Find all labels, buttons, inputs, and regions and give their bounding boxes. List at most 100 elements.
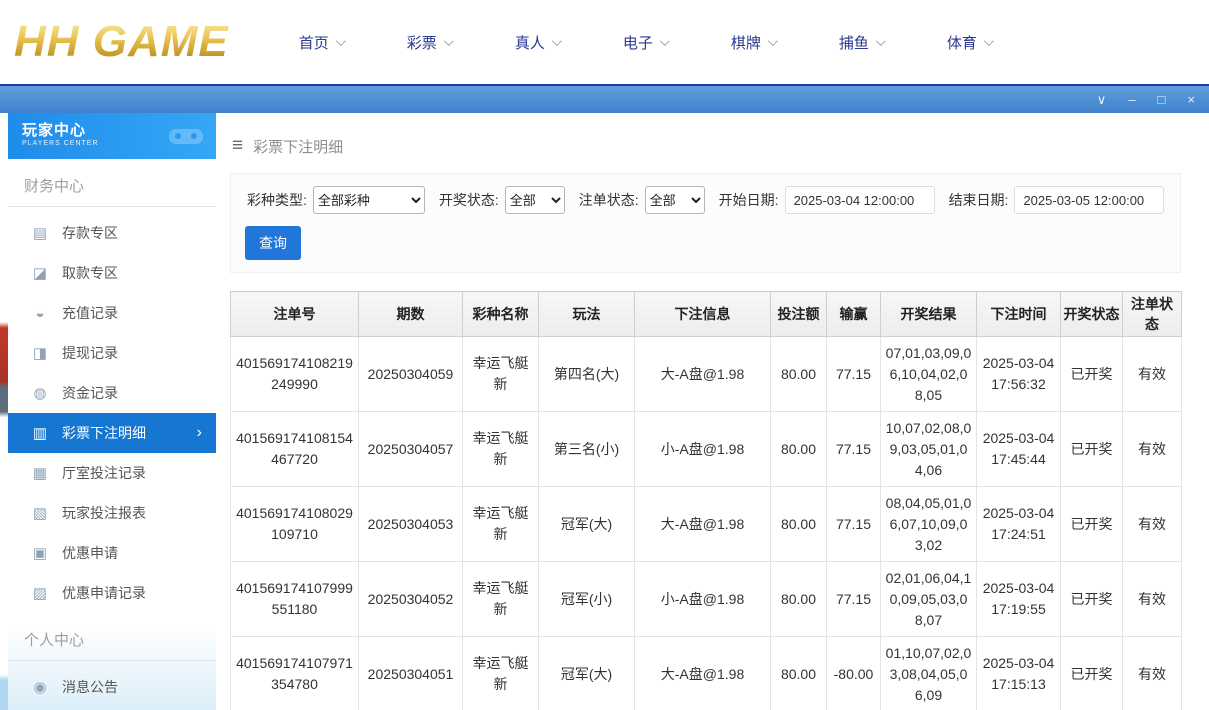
background-edge xyxy=(0,113,8,710)
sidebar-section-personal: 个人中心 xyxy=(8,613,216,661)
sidebar-item-label: 消息公告 xyxy=(62,677,118,697)
nav-item-home[interactable]: 首页 xyxy=(299,32,343,53)
sidebar-item-funds-records[interactable]: ◍ 资金记录 xyxy=(8,373,216,413)
table-cell: 有效 xyxy=(1123,637,1182,710)
nav-item-sports[interactable]: 体育 xyxy=(947,32,991,53)
table-cell: 2025-03-04 17:15:13 xyxy=(977,637,1061,710)
table-cell: 20250304051 xyxy=(359,637,463,710)
table-cell: 10,07,02,08,09,03,05,01,04,06 xyxy=(881,412,977,487)
hall-bet-icon: ▦ xyxy=(32,464,48,482)
table-cell: 80.00 xyxy=(771,337,827,412)
chevron-down-icon xyxy=(876,36,886,46)
table-header-cell: 投注额 xyxy=(771,292,827,337)
sidebar-item-withdraw-zone[interactable]: ◪ 取款专区 xyxy=(8,253,216,293)
window-body: 玩家中心 PLAYERS CENTER 财务中心 ▤ 存款专区 ◪ 取款专区 ◒… xyxy=(0,113,1209,710)
table-cell: 幸运飞艇新 xyxy=(463,337,539,412)
table-cell: 已开奖 xyxy=(1061,562,1123,637)
menu-toggle-icon[interactable]: ≡ xyxy=(232,135,243,157)
sidebar-item-deposit-zone[interactable]: ▤ 存款专区 xyxy=(8,213,216,253)
sidebar-item-withdrawal-records[interactable]: ◨ 提现记录 xyxy=(8,333,216,373)
table-header-cell: 彩种名称 xyxy=(463,292,539,337)
table-cell: 80.00 xyxy=(771,637,827,710)
table-cell: 401569174108029109710 xyxy=(231,487,359,562)
table-cell: 20250304052 xyxy=(359,562,463,637)
chevron-down-icon xyxy=(336,36,346,46)
sidebar-item-label: 优惠申请 xyxy=(62,543,118,563)
window-collapse-icon[interactable]: ∨ xyxy=(1097,93,1107,106)
table-header-cell: 开奖状态 xyxy=(1061,292,1123,337)
sidebar-item-label: 存款专区 xyxy=(62,223,118,243)
sidebar-item-lottery-bet-details[interactable]: ▥ 彩票下注明细 › xyxy=(8,413,216,453)
chevron-down-icon xyxy=(552,36,562,46)
nav-item-slots[interactable]: 电子 xyxy=(623,32,667,53)
table-cell: 已开奖 xyxy=(1061,337,1123,412)
report-icon: ▧ xyxy=(32,504,48,522)
table-header-cell: 开奖结果 xyxy=(881,292,977,337)
table-header-cell: 玩法 xyxy=(539,292,635,337)
table-cell: 80.00 xyxy=(771,412,827,487)
window-close-icon[interactable]: × xyxy=(1187,93,1195,106)
order-status-select[interactable]: 全部 xyxy=(645,186,705,214)
sidebar-item-recharge-records[interactable]: ◒ 充值记录 xyxy=(8,293,216,333)
table-cell: 已开奖 xyxy=(1061,412,1123,487)
sidebar-item-hall-bet-records[interactable]: ▦ 厅室投注记录 xyxy=(8,453,216,493)
start-date-label: 开始日期: xyxy=(719,190,779,210)
sidebar-item-label: 厅室投注记录 xyxy=(62,463,146,483)
sidebar-item-label: 玩家投注报表 xyxy=(62,503,146,523)
sidebar-item-promo-apply[interactable]: ▣ 优惠申请 xyxy=(8,533,216,573)
table-row: 40156917410797135478020250304051幸运飞艇新冠军(… xyxy=(231,637,1182,710)
table-cell: 80.00 xyxy=(771,562,827,637)
start-date-input[interactable] xyxy=(785,186,935,214)
table-cell: 大-A盘@1.98 xyxy=(635,487,771,562)
table-cell: 大-A盘@1.98 xyxy=(635,337,771,412)
window-minimize-icon[interactable]: – xyxy=(1128,93,1135,106)
lottery-type-label: 彩种类型: xyxy=(247,190,307,210)
nav-item-live[interactable]: 真人 xyxy=(515,32,559,53)
search-button[interactable]: 查询 xyxy=(245,226,301,260)
sidebar-item-player-bet-report[interactable]: ▧ 玩家投注报表 xyxy=(8,493,216,533)
deposit-icon: ▤ xyxy=(32,224,48,242)
sidebar-item-message-announcements[interactable]: ◉ 消息公告 xyxy=(8,667,216,707)
withdrawal-record-icon: ◨ xyxy=(32,344,48,362)
window-maximize-icon[interactable]: □ xyxy=(1158,93,1166,106)
table-cell: 2025-03-04 17:45:44 xyxy=(977,412,1061,487)
nav-item-board-games[interactable]: 棋牌 xyxy=(731,32,775,53)
nav-item-fishing[interactable]: 捕鱼 xyxy=(839,32,883,53)
nav-label: 首页 xyxy=(299,32,329,53)
table-cell: 77.15 xyxy=(827,487,881,562)
table-cell: 01,10,07,02,03,08,04,05,06,09 xyxy=(881,637,977,710)
nav-label: 彩票 xyxy=(407,32,437,53)
table-cell: 幸运飞艇新 xyxy=(463,487,539,562)
table-cell: 80.00 xyxy=(771,487,827,562)
table-cell: 有效 xyxy=(1123,337,1182,412)
gamepad-icon xyxy=(166,123,206,149)
filter-panel: 彩种类型: 全部彩种 开奖状态: 全部 注单状态: 全部 开始日期: 结束日期:… xyxy=(230,173,1181,273)
lottery-type-select[interactable]: 全部彩种 xyxy=(313,186,425,214)
table-cell: 20250304057 xyxy=(359,412,463,487)
site-header: HH GAME 首页 彩票 真人 电子 棋牌 捕鱼 体育 xyxy=(0,0,1209,86)
bell-icon: ◉ xyxy=(32,678,48,696)
table-cell: -80.00 xyxy=(827,637,881,710)
table-header-cell: 下注信息 xyxy=(635,292,771,337)
funds-icon: ◍ xyxy=(32,384,48,402)
bet-table: 注单号期数彩种名称玩法下注信息投注额输赢开奖结果下注时间开奖状态注单状态 401… xyxy=(230,291,1182,710)
table-cell: 77.15 xyxy=(827,412,881,487)
draw-status-label: 开奖状态: xyxy=(439,190,499,210)
withdraw-icon: ◪ xyxy=(32,264,48,282)
table-header-cell: 注单状态 xyxy=(1123,292,1182,337)
table-cell: 2025-03-04 17:56:32 xyxy=(977,337,1061,412)
main-content: ≡ 彩票下注明细 彩种类型: 全部彩种 开奖状态: 全部 注单状态: 全部 开始… xyxy=(230,113,1209,710)
table-header-cell: 输赢 xyxy=(827,292,881,337)
draw-status-select[interactable]: 全部 xyxy=(505,186,565,214)
nav-label: 电子 xyxy=(623,32,653,53)
nav-item-lottery[interactable]: 彩票 xyxy=(407,32,451,53)
nav-label: 体育 xyxy=(947,32,977,53)
table-cell: 幸运飞艇新 xyxy=(463,562,539,637)
table-cell: 07,01,03,09,06,10,04,02,08,05 xyxy=(881,337,977,412)
lottery-bet-icon: ▥ xyxy=(32,424,48,442)
end-date-input[interactable] xyxy=(1014,186,1164,214)
end-date-label: 结束日期: xyxy=(949,190,1009,210)
sidebar-item-promo-apply-records[interactable]: ▨ 优惠申请记录 xyxy=(8,573,216,613)
table-cell: 冠军(大) xyxy=(539,637,635,710)
chevron-down-icon xyxy=(660,36,670,46)
